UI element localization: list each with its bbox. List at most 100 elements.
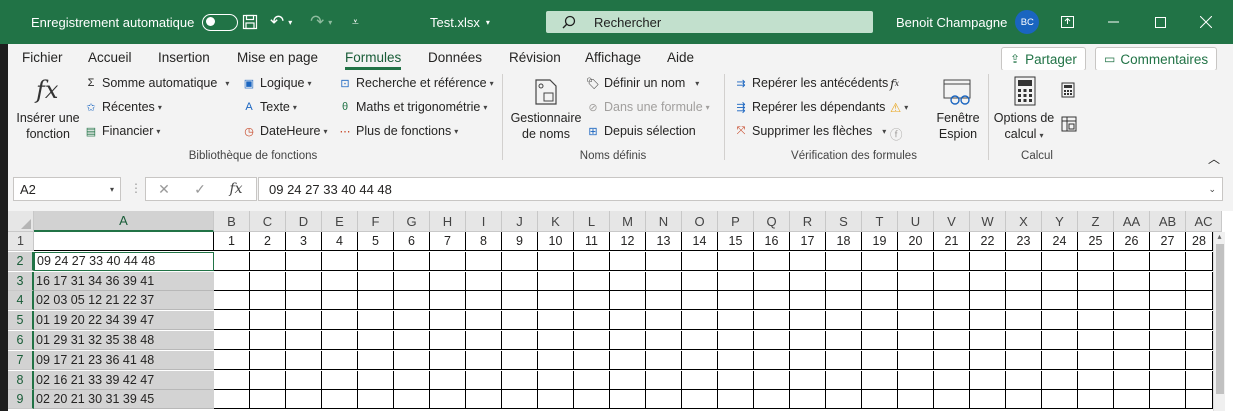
save-icon[interactable] [242,0,258,44]
customize-toolbar-icon[interactable]: ⩡ [352,0,359,44]
cell-x9[interactable] [1006,390,1042,410]
cell-z5[interactable] [1078,311,1114,331]
cell-n3[interactable] [646,271,682,291]
cell-f4[interactable] [358,291,394,311]
cell-b1[interactable]: 1 [214,232,250,251]
cell-v4[interactable] [934,291,970,311]
cell-z9[interactable] [1078,390,1114,410]
cell-d1[interactable]: 3 [286,232,322,251]
cell-s1[interactable]: 18 [826,232,862,251]
cell-y7[interactable] [1042,350,1078,370]
define-name-button[interactable]: 🏷︎ Définir un nom ▾ [586,76,699,90]
cell-s2[interactable] [826,251,862,271]
cell-u8[interactable] [898,370,934,390]
cell-s7[interactable] [826,350,862,370]
cell-d5[interactable] [286,311,322,331]
cell-v1[interactable]: 21 [934,232,970,251]
cell-aa2[interactable] [1114,251,1150,271]
column-header-j[interactable]: J [502,211,538,232]
maximize-icon[interactable] [1137,0,1183,44]
create-from-selection-button[interactable]: ⊞ Depuis sélection [586,124,695,138]
cell-s8[interactable] [826,370,862,390]
tab-revision[interactable]: Révision [509,44,561,70]
cell-j3[interactable] [502,271,538,291]
cell-p6[interactable] [718,331,754,350]
row-header-6[interactable]: 6 [8,331,34,350]
cell-v2[interactable] [934,251,970,271]
cell-z6[interactable] [1078,331,1114,350]
cell-i7[interactable] [466,350,502,370]
cell-z8[interactable] [1078,370,1114,390]
cell-c3[interactable] [250,271,286,291]
cell-l7[interactable] [574,350,610,370]
cell-x2[interactable] [1006,251,1042,271]
cell-v9[interactable] [934,390,970,410]
column-header-o[interactable]: O [682,211,718,232]
cell-i2[interactable] [466,251,502,271]
cell-v3[interactable] [934,271,970,291]
cell-f6[interactable] [358,331,394,350]
cell-p9[interactable] [718,390,754,410]
cell-s3[interactable] [826,271,862,291]
cell-v6[interactable] [934,331,970,350]
cell-z1[interactable]: 25 [1078,232,1114,251]
cell-k7[interactable] [538,350,574,370]
cell-o4[interactable] [682,291,718,311]
cell-h7[interactable] [430,350,466,370]
cell-j4[interactable] [502,291,538,311]
cell-u5[interactable] [898,311,934,331]
cell-e4[interactable] [322,291,358,311]
cell-o3[interactable] [682,271,718,291]
cell-n4[interactable] [646,291,682,311]
cell-ac8[interactable] [1186,370,1213,390]
close-icon[interactable] [1183,0,1229,44]
cell-i4[interactable] [466,291,502,311]
tab-aide[interactable]: Aide [667,44,694,70]
search-box[interactable]: Rechercher [546,11,873,33]
tab-accueil[interactable]: Accueil [88,44,132,70]
tab-fichier[interactable]: Fichier [22,44,63,70]
text-button[interactable]: A Texte ▾ [242,100,297,114]
cell-ab5[interactable] [1150,311,1186,331]
cell-t1[interactable]: 19 [862,232,898,251]
cell-y9[interactable] [1042,390,1078,410]
cell-w7[interactable] [970,350,1006,370]
cell-aa1[interactable]: 26 [1114,232,1150,251]
cell-w5[interactable] [970,311,1006,331]
cell-y3[interactable] [1042,271,1078,291]
cell-aa9[interactable] [1114,390,1150,410]
cell-o6[interactable] [682,331,718,350]
cell-f3[interactable] [358,271,394,291]
column-header-e[interactable]: E [322,211,358,232]
cell-m6[interactable] [610,331,646,350]
row-header-9[interactable]: 9 [8,390,34,410]
cell-d9[interactable] [286,390,322,410]
cell-h5[interactable] [430,311,466,331]
column-header-ab[interactable]: AB [1150,211,1186,232]
cell-t9[interactable] [862,390,898,410]
cell-p8[interactable] [718,370,754,390]
cell-ab1[interactable]: 27 [1150,232,1186,251]
cell-u7[interactable] [898,350,934,370]
cell-ac7[interactable] [1186,350,1213,370]
cell-a6[interactable]: 01 29 31 32 35 38 48 [34,331,214,350]
cell-aa6[interactable] [1114,331,1150,350]
column-header-q[interactable]: Q [754,211,790,232]
column-header-w[interactable]: W [970,211,1006,232]
cell-d8[interactable] [286,370,322,390]
cell-x6[interactable] [1006,331,1042,350]
filename[interactable]: Test.xlsx ▾ [430,0,490,44]
cell-m1[interactable]: 12 [610,232,646,251]
evaluate-formula-icon[interactable]: ⓕ [890,124,903,143]
column-header-a[interactable]: A [34,211,214,232]
comments-button[interactable]: ▭ Commentaires [1095,47,1218,71]
cell-x8[interactable] [1006,370,1042,390]
column-header-s[interactable]: S [826,211,862,232]
cell-ab8[interactable] [1150,370,1186,390]
cell-h8[interactable] [430,370,466,390]
column-header-b[interactable]: B [214,211,250,232]
error-checking-icon[interactable]: ⚠ ▾ [890,100,908,115]
cell-k4[interactable] [538,291,574,311]
cell-n8[interactable] [646,370,682,390]
column-header-y[interactable]: Y [1042,211,1078,232]
